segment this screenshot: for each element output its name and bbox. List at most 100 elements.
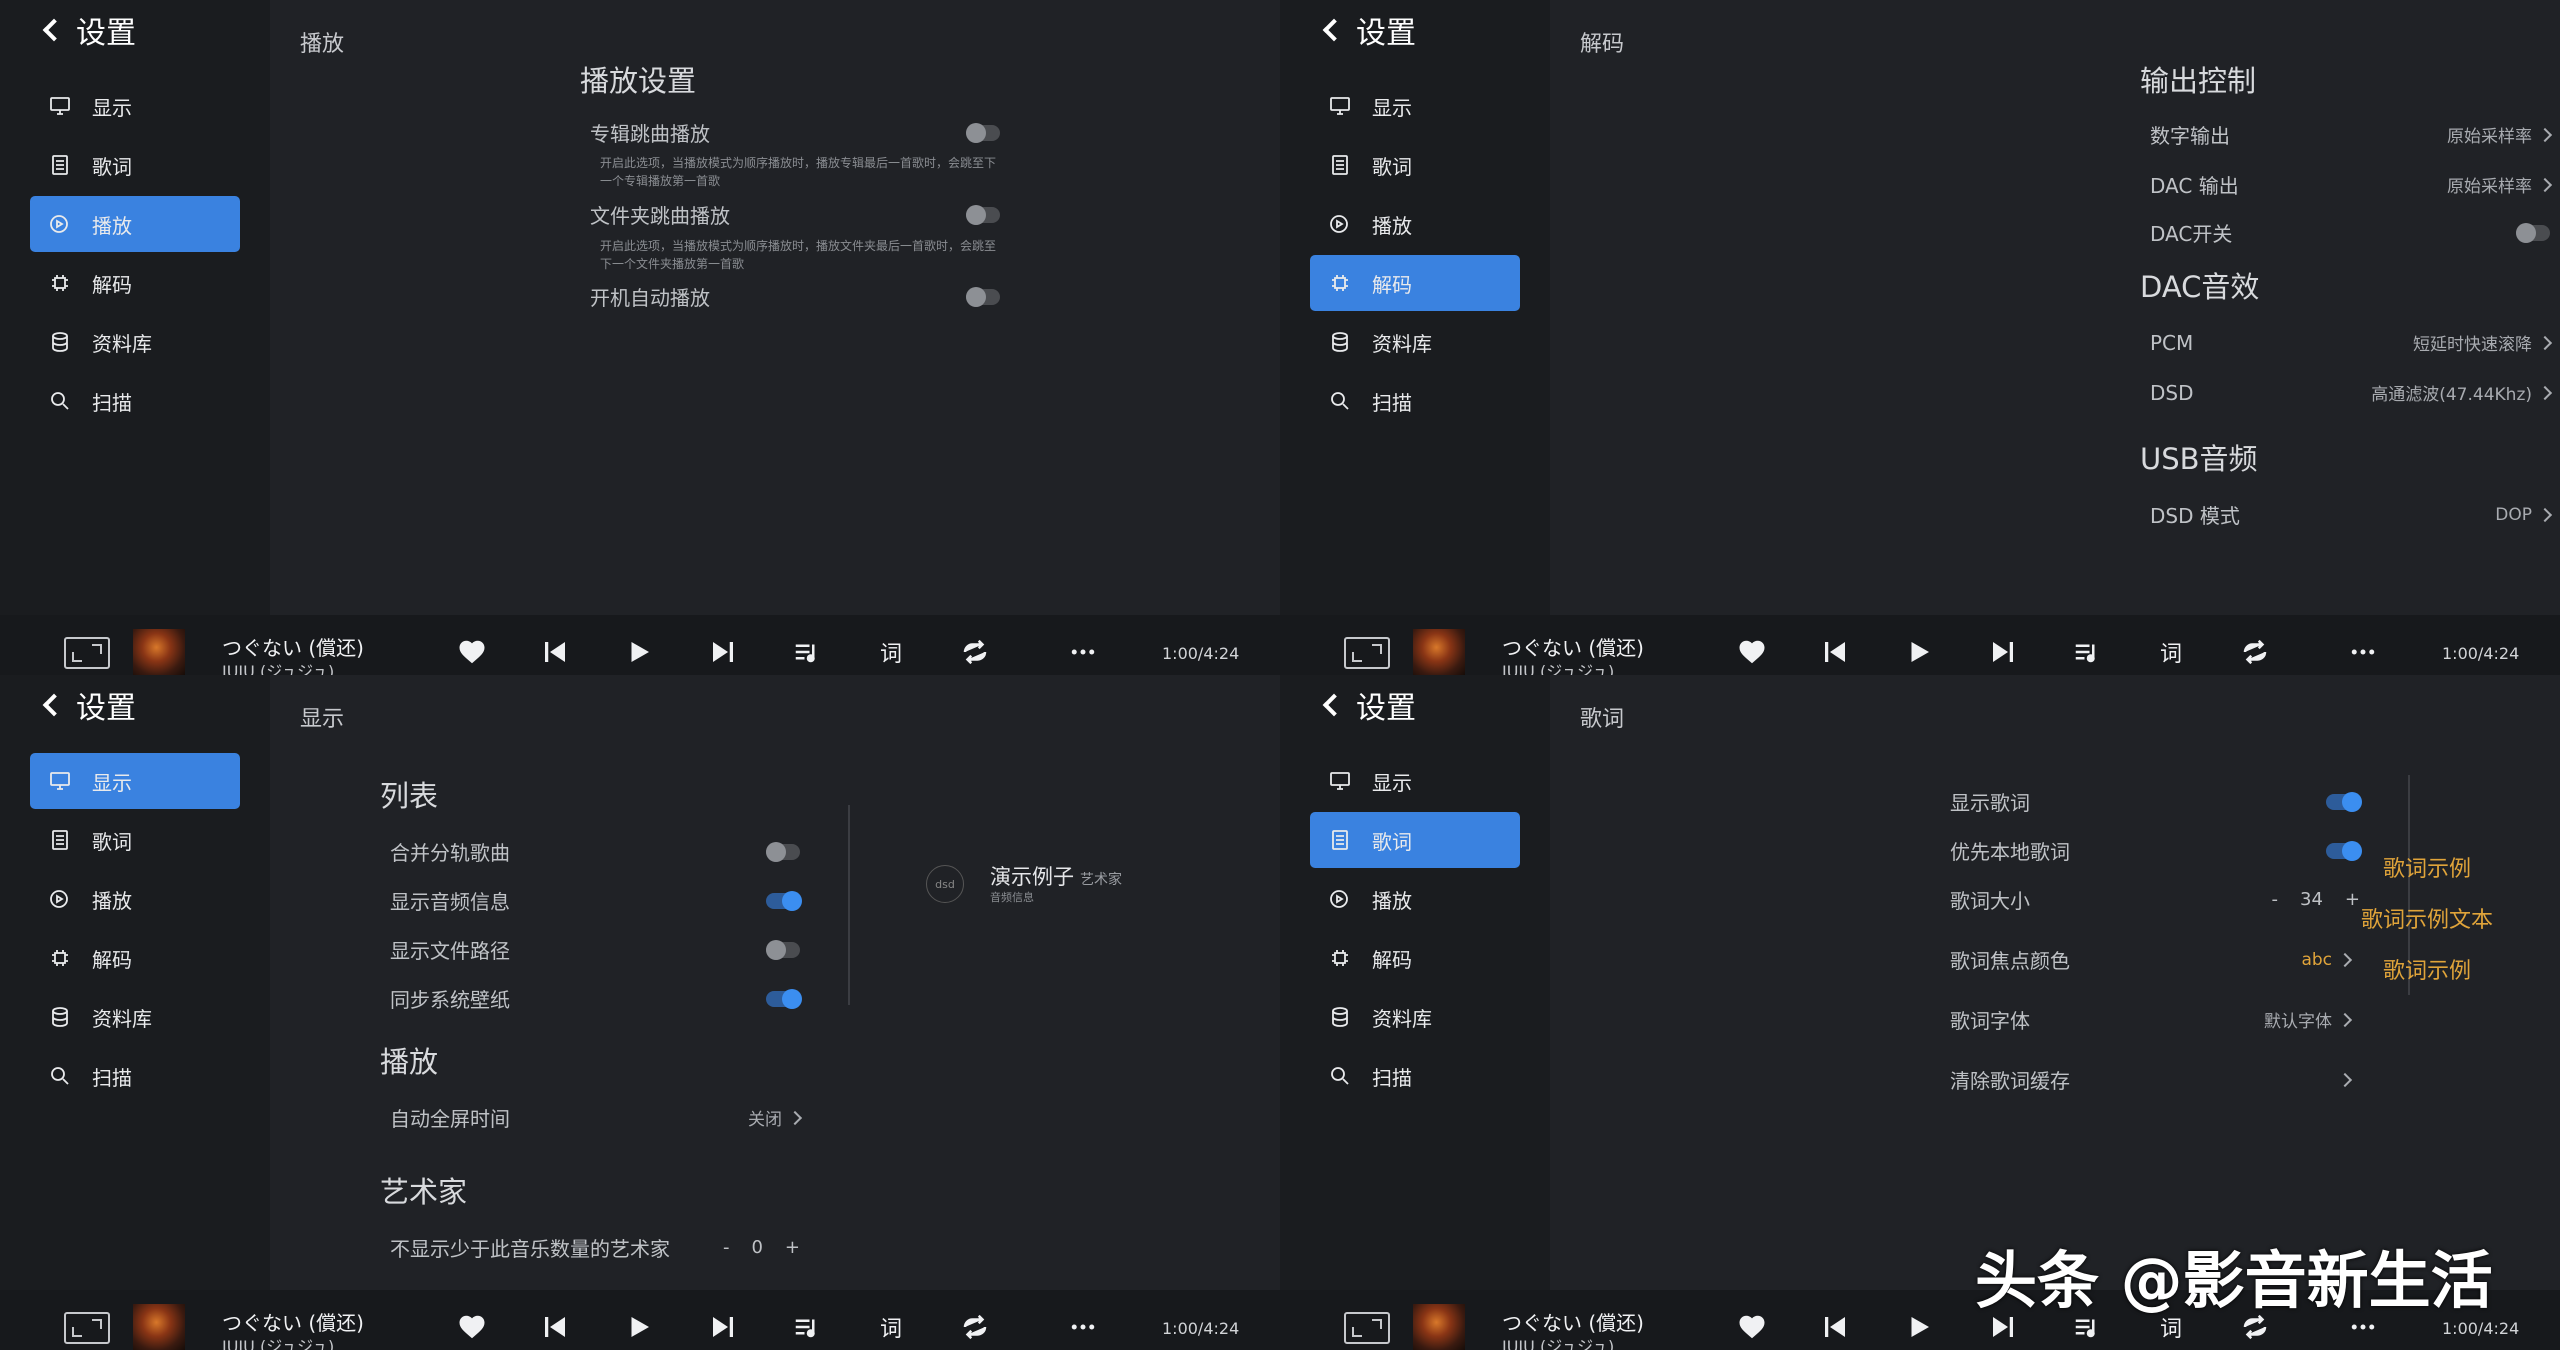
sidebar-item-library[interactable]: 资料库 — [1310, 314, 1520, 370]
toggle-switch[interactable] — [2516, 222, 2550, 243]
sidebar-item-library[interactable]: 资料库 — [30, 989, 240, 1045]
next-icon[interactable] — [1986, 635, 2020, 669]
repeat-icon[interactable] — [958, 1310, 992, 1344]
sidebar-item-lyrics[interactable]: 歌词 — [30, 137, 240, 193]
sidebar-item-display[interactable]: 显示 — [1310, 753, 1520, 809]
setting-row-dac-output[interactable]: DAC 输出 原始采样率 — [2150, 170, 2553, 199]
expand-icon[interactable] — [64, 1312, 110, 1344]
toggle-switch[interactable] — [766, 841, 800, 862]
sidebar-item-decode[interactable]: 解码 — [30, 255, 240, 311]
setting-row-digital-output[interactable]: 数字输出 原始采样率 — [2150, 120, 2553, 149]
sidebar-item-scan[interactable]: 扫描 — [1310, 373, 1520, 429]
setting-row-focus-color[interactable]: 歌词焦点颜色 abc — [1950, 945, 2353, 974]
setting-row-lyrics-size[interactable]: 歌词大小 - 34 + — [1950, 885, 2360, 914]
toggle-switch[interactable] — [966, 122, 1000, 143]
playlist-icon[interactable] — [790, 1310, 824, 1344]
heart-icon[interactable] — [455, 635, 489, 669]
heart-icon[interactable] — [1735, 1310, 1769, 1344]
previous-icon[interactable] — [538, 635, 572, 669]
sidebar-item-scan[interactable]: 扫描 — [1310, 1048, 1520, 1104]
sidebar-item-playback[interactable]: 播放 — [30, 871, 240, 927]
settings-screen-playback: 设置 显示 歌词 播放 解码 资料库 扫描 播放 播放设置 专辑跳曲播放 开启此… — [0, 0, 1280, 675]
setting-row-show-file-path[interactable]: 显示文件路径 — [390, 935, 800, 964]
heart-icon[interactable] — [1735, 635, 1769, 669]
sidebar-item-lyrics[interactable]: 歌词 — [1310, 812, 1520, 868]
sidebar-item-lyrics[interactable]: 歌词 — [1310, 137, 1520, 193]
playlist-icon[interactable] — [790, 635, 824, 669]
repeat-icon[interactable] — [958, 635, 992, 669]
chevron-left-icon — [42, 18, 66, 42]
play-icon[interactable] — [622, 1310, 656, 1344]
back-button[interactable]: 设置 — [40, 683, 136, 727]
toggle-switch[interactable] — [2326, 791, 2362, 812]
sidebar-item-playback[interactable]: 播放 — [1310, 871, 1520, 927]
sidebar-item-display[interactable]: 显示 — [1310, 78, 1520, 134]
sidebar-item-decode[interactable]: 解码 — [30, 930, 240, 986]
setting-row-lyrics-font[interactable]: 歌词字体 默认字体 — [1950, 1005, 2353, 1034]
more-icon[interactable] — [1066, 1310, 1100, 1344]
back-button[interactable]: 设置 — [1320, 8, 1416, 52]
heart-icon[interactable] — [455, 1310, 489, 1344]
toggle-switch[interactable] — [966, 204, 1000, 225]
previous-icon[interactable] — [1818, 635, 1852, 669]
sidebar-item-library[interactable]: 资料库 — [1310, 989, 1520, 1045]
album-cover[interactable] — [1413, 1304, 1465, 1350]
back-button[interactable]: 设置 — [40, 8, 136, 52]
expand-icon[interactable] — [1344, 637, 1390, 669]
setting-row[interactable]: 专辑跳曲播放 — [590, 118, 1000, 147]
album-cover[interactable] — [133, 629, 185, 675]
sidebar-item-scan[interactable]: 扫描 — [30, 1048, 240, 1104]
setting-row-sync-wallpaper[interactable]: 同步系统壁纸 — [390, 984, 802, 1013]
expand-icon[interactable] — [1344, 1312, 1390, 1344]
play-icon[interactable] — [1902, 635, 1936, 669]
minus-button[interactable]: - — [723, 1237, 730, 1258]
sidebar-item-decode[interactable]: 解码 — [1310, 930, 1520, 986]
sidebar-item-scan[interactable]: 扫描 — [30, 373, 240, 429]
play-icon[interactable] — [622, 635, 656, 669]
expand-icon[interactable] — [64, 637, 110, 669]
setting-row-clear-cache[interactable]: 清除歌词缓存 — [1950, 1065, 2353, 1094]
sidebar-item-display[interactable]: 显示 — [30, 753, 240, 809]
previous-icon[interactable] — [1818, 1310, 1852, 1344]
more-icon[interactable] — [2346, 635, 2380, 669]
playlist-icon[interactable] — [2070, 635, 2104, 669]
setting-row-pcm[interactable]: PCM 短延时快速滚降 — [2150, 330, 2553, 355]
toggle-switch[interactable] — [766, 939, 800, 960]
sidebar-item-playback[interactable]: 播放 — [30, 196, 240, 252]
settings-screen-display: 设置 显示 歌词 播放 解码 资料库 扫描 显示 列表 合并分轨歌曲 显示音频信… — [0, 675, 1280, 1350]
toggle-switch[interactable] — [966, 286, 1000, 307]
sidebar-item-playback[interactable]: 播放 — [1310, 196, 1520, 252]
album-cover[interactable] — [1413, 629, 1465, 675]
setting-row-dsd-mode[interactable]: DSD 模式 DOP — [2150, 500, 2553, 529]
back-button[interactable]: 设置 — [1320, 683, 1416, 727]
lyrics-button[interactable]: 词 — [874, 1310, 908, 1344]
sidebar-item-lyrics[interactable]: 歌词 — [30, 812, 240, 868]
setting-row-hide-artist[interactable]: 不显示少于此音乐数量的艺术家 - 0 + — [390, 1233, 800, 1262]
setting-row-prefer-local[interactable]: 优先本地歌词 — [1950, 836, 2362, 865]
plus-button[interactable]: + — [785, 1237, 800, 1258]
toggle-switch[interactable] — [766, 890, 802, 911]
album-cover[interactable] — [133, 1304, 185, 1350]
next-icon[interactable] — [706, 635, 740, 669]
repeat-icon[interactable] — [2238, 635, 2272, 669]
lyrics-button[interactable]: 词 — [2154, 635, 2188, 669]
setting-row-dac-switch[interactable]: DAC开关 — [2150, 218, 2550, 247]
next-icon[interactable] — [706, 1310, 740, 1344]
sidebar-item-library[interactable]: 资料库 — [30, 314, 240, 370]
sidebar-item-decode[interactable]: 解码 — [1310, 255, 1520, 311]
setting-row-fullscreen-time[interactable]: 自动全屏时间 关闭 — [390, 1103, 803, 1132]
lyrics-button[interactable]: 词 — [874, 635, 908, 669]
setting-row-dsd[interactable]: DSD 高通滤波(47.44Khz) — [2150, 380, 2553, 405]
quantity-stepper[interactable]: - 0 + — [723, 1237, 800, 1258]
setting-row-show-audio-info[interactable]: 显示音频信息 — [390, 886, 802, 915]
more-icon[interactable] — [1066, 635, 1100, 669]
minus-button[interactable]: - — [2272, 889, 2279, 910]
sidebar-item-display[interactable]: 显示 — [30, 78, 240, 134]
setting-row-merge-tracks[interactable]: 合并分轨歌曲 — [390, 837, 800, 866]
previous-icon[interactable] — [538, 1310, 572, 1344]
setting-row[interactable]: 文件夹跳曲播放 — [590, 200, 1000, 229]
play-icon[interactable] — [1902, 1310, 1936, 1344]
setting-row-show-lyrics[interactable]: 显示歌词 — [1950, 787, 2362, 816]
toggle-switch[interactable] — [766, 988, 802, 1009]
setting-row[interactable]: 开机自动播放 — [590, 282, 1000, 311]
